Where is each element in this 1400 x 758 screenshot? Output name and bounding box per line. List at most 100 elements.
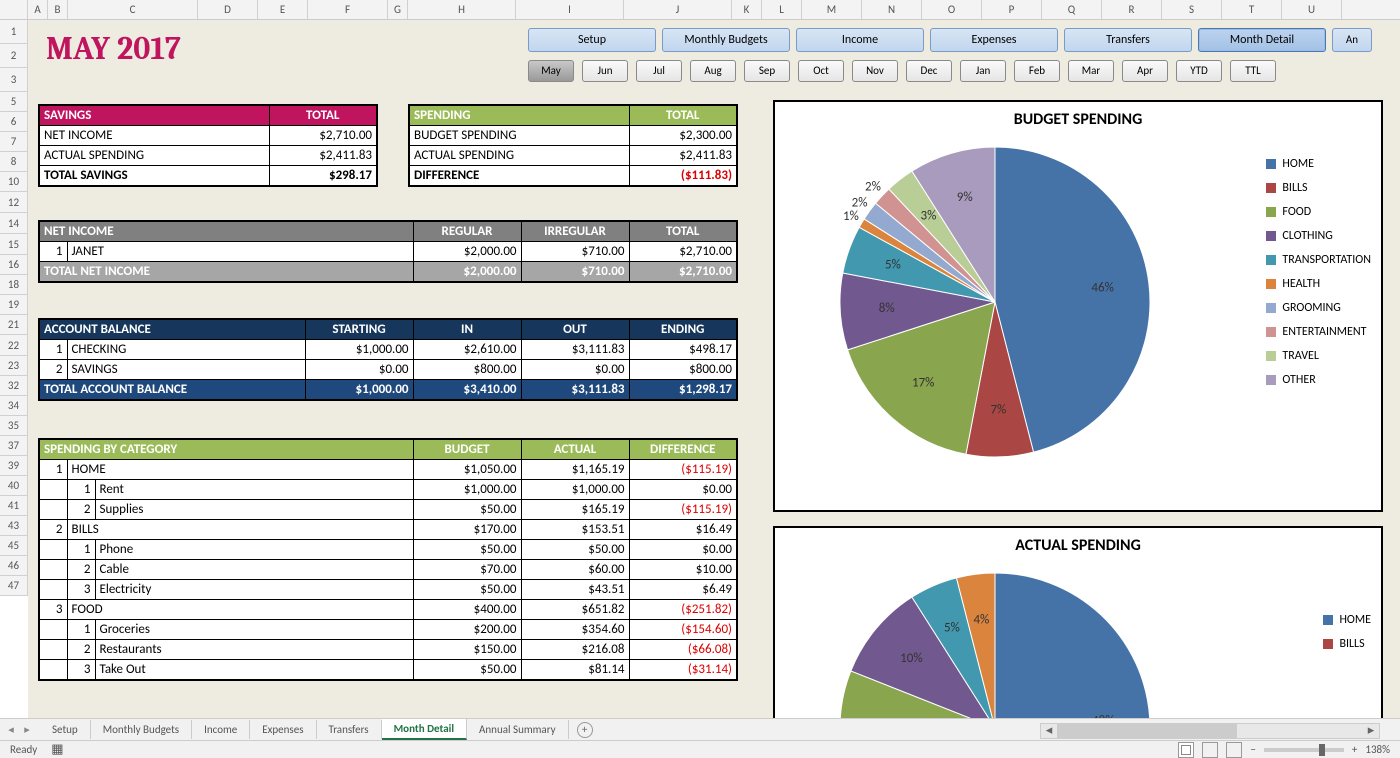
column-O[interactable]: O [922, 0, 982, 19]
column-T[interactable]: T [1222, 0, 1282, 19]
month-oct[interactable]: Oct [798, 60, 844, 82]
row-3[interactable]: 3 [0, 68, 28, 92]
column-D[interactable]: D [198, 0, 258, 19]
tab-nav-arrow[interactable]: ◂ [4, 723, 18, 736]
month-nov[interactable]: Nov [852, 60, 898, 82]
month-mar[interactable]: Mar [1068, 60, 1114, 82]
row-46[interactable]: 46 [0, 556, 28, 576]
worksheet[interactable]: MAY 2017 SetupMonthly BudgetsIncomeExpen… [28, 20, 1400, 718]
table-cell: $498.17 [629, 340, 737, 360]
row-16[interactable]: 16 [0, 255, 28, 275]
row-43[interactable]: 43 [0, 516, 28, 536]
row-12[interactable]: 12 [0, 192, 28, 213]
month-ttl[interactable]: TTL [1230, 60, 1276, 82]
column-N[interactable]: N [862, 0, 922, 19]
column-headers[interactable]: ABCDEFGHIJKLMNOPQRSTU [0, 0, 1400, 20]
column-K[interactable]: K [732, 0, 762, 19]
nav-income[interactable]: Income [796, 28, 924, 52]
row-35[interactable]: 35 [0, 416, 28, 436]
column-L[interactable]: L [762, 0, 802, 19]
nav-transfers[interactable]: Transfers [1064, 28, 1192, 52]
column-G[interactable]: G [388, 0, 408, 19]
zoom-level[interactable]: 138% [1365, 743, 1390, 756]
row-2[interactable]: 2 [0, 44, 28, 68]
row-14[interactable]: 14 [0, 213, 28, 234]
row-21[interactable]: 21 [0, 315, 28, 335]
row-5[interactable]: 5 [0, 92, 28, 112]
row-22[interactable]: 22 [0, 335, 28, 356]
column-U[interactable]: U [1282, 0, 1342, 19]
month-may[interactable]: May [528, 60, 574, 82]
zoom-out-button[interactable]: − [1250, 743, 1255, 756]
column-R[interactable]: R [1102, 0, 1162, 19]
column-B[interactable]: B [48, 0, 68, 19]
column-I[interactable]: I [516, 0, 624, 19]
nav-an[interactable]: An [1332, 28, 1372, 52]
column-C[interactable]: C [68, 0, 198, 19]
month-jan[interactable]: Jan [960, 60, 1006, 82]
scroll-left-arrow[interactable]: ◂ [1041, 724, 1057, 738]
budget-spending-chart: BUDGET SPENDING 46%7%17%8%5%1%2%2%3%9% H… [773, 100, 1383, 512]
nav-monthly-budgets[interactable]: Monthly Budgets [662, 28, 790, 52]
sheet-tab-monthly-budgets[interactable]: Monthly Budgets [91, 720, 192, 739]
column-J[interactable]: J [624, 0, 732, 19]
row-37[interactable]: 37 [0, 436, 28, 456]
column-F[interactable]: F [308, 0, 388, 19]
row-34[interactable]: 34 [0, 396, 28, 416]
column-H[interactable]: H [408, 0, 516, 19]
row-32[interactable]: 32 [0, 376, 28, 396]
sheet-tab-expenses[interactable]: Expenses [250, 720, 316, 739]
month-jul[interactable]: Jul [636, 60, 682, 82]
page-break-view-icon[interactable] [1226, 742, 1242, 758]
page-layout-view-icon[interactable] [1202, 742, 1218, 758]
row-10[interactable]: 10 [0, 172, 28, 192]
sheet-tab-income[interactable]: Income [192, 720, 250, 739]
scroll-right-arrow[interactable]: ▸ [1363, 724, 1379, 738]
column-S[interactable]: S [1162, 0, 1222, 19]
ab-total-starting: $1,000.00 [305, 380, 413, 401]
row-18[interactable]: 18 [0, 275, 28, 295]
row-39[interactable]: 39 [0, 456, 28, 476]
nav-expenses[interactable]: Expenses [930, 28, 1058, 52]
month-aug[interactable]: Aug [690, 60, 736, 82]
row-23[interactable]: 23 [0, 356, 28, 376]
month-sep[interactable]: Sep [744, 60, 790, 82]
add-sheet-button[interactable]: + [577, 722, 593, 738]
row-41[interactable]: 41 [0, 496, 28, 516]
month-ytd[interactable]: YTD [1176, 60, 1222, 82]
scroll-thumb[interactable] [1057, 724, 1237, 738]
row-6[interactable]: 6 [0, 112, 28, 132]
row-7[interactable]: 7 [0, 132, 28, 152]
row-40[interactable]: 40 [0, 476, 28, 496]
macro-icon[interactable]: ▦ [51, 742, 63, 757]
sheet-tab-transfers[interactable]: Transfers [317, 720, 382, 739]
horizontal-scrollbar[interactable]: ◂ ▸ [1040, 723, 1380, 739]
row-19[interactable]: 19 [0, 295, 28, 315]
row-47[interactable]: 47 [0, 576, 28, 596]
column-A[interactable]: A [28, 0, 48, 19]
sheet-tab-annual-summary[interactable]: Annual Summary [467, 720, 569, 739]
month-feb[interactable]: Feb [1014, 60, 1060, 82]
row-15[interactable]: 15 [0, 234, 28, 255]
tab-nav-arrow[interactable]: ▸ [20, 723, 34, 736]
month-apr[interactable]: Apr [1122, 60, 1168, 82]
normal-view-icon[interactable] [1178, 742, 1194, 758]
row-1[interactable]: 1 [0, 20, 28, 44]
month-jun[interactable]: Jun [582, 60, 628, 82]
nav-setup[interactable]: Setup [528, 28, 656, 52]
nav-month-detail[interactable]: Month Detail [1198, 28, 1326, 52]
column-Q[interactable]: Q [1042, 0, 1102, 19]
column-E[interactable]: E [258, 0, 308, 19]
row-8[interactable]: 8 [0, 152, 28, 172]
pie-chart: 46%7%17%8%5%1%2%2%3%9% [835, 142, 1155, 462]
column-P[interactable]: P [982, 0, 1042, 19]
zoom-in-button[interactable]: + [1352, 743, 1357, 756]
row-45[interactable]: 45 [0, 536, 28, 556]
zoom-slider[interactable] [1264, 748, 1344, 752]
row-headers[interactable]: 1235678101214151618192122233234353739404… [0, 20, 28, 596]
sheet-tab-month-detail[interactable]: Month Detail [382, 719, 467, 740]
sheet-tab-setup[interactable]: Setup [40, 720, 91, 739]
legend-item: TRAVEL [1266, 344, 1371, 368]
month-dec[interactable]: Dec [906, 60, 952, 82]
column-M[interactable]: M [802, 0, 862, 19]
